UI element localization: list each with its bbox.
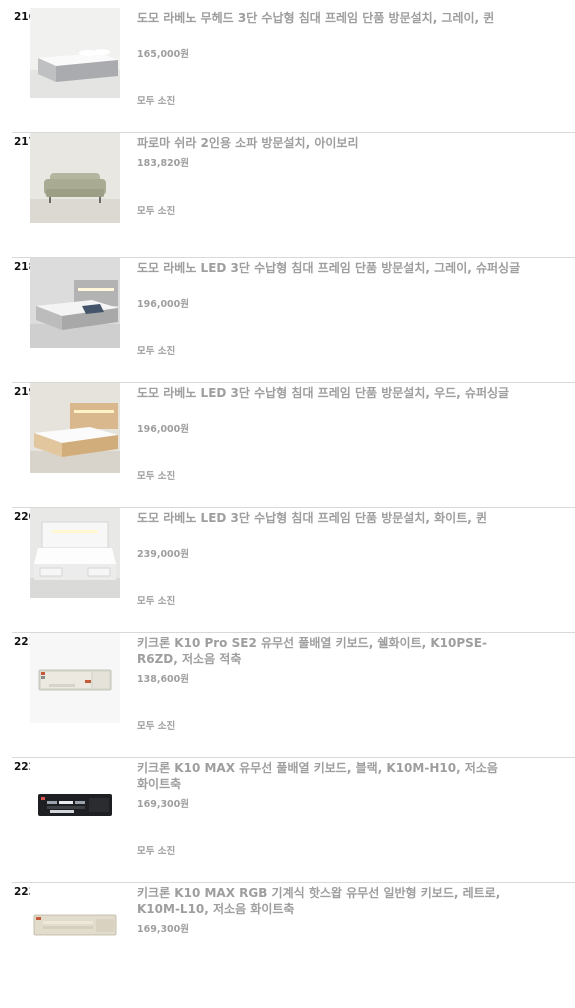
product-price: 169,300원 [137, 799, 190, 810]
product-image[interactable] [30, 758, 120, 848]
stock-status: 모두 소진 [137, 96, 176, 107]
product-title[interactable]: 키크론 K10 MAX 유무선 풀배열 키보드, 블랙, K10M-H10, 저… [137, 761, 522, 792]
product-image[interactable] [30, 883, 120, 973]
product-title[interactable]: 파로마 쉬라 2인용 소파 방문설치, 아이보리 [137, 136, 522, 152]
list-item[interactable]: 219 도모 라베노 LED 3단 수납형 침대 프레임 단품 방문설치, 우드… [12, 383, 575, 508]
stock-status: 모두 소진 [137, 471, 176, 482]
product-price: 169,300원 [137, 924, 190, 935]
stock-status: 모두 소진 [137, 206, 176, 217]
product-price: 183,820원 [137, 158, 190, 169]
product-image[interactable] [30, 633, 120, 723]
product-image[interactable] [30, 133, 120, 223]
list-item[interactable]: 217 파로마 쉬라 2인용 소파 방문설치, 아이보리 183,820원 모두… [12, 133, 575, 258]
product-price: 239,000원 [137, 549, 190, 560]
product-image[interactable] [30, 8, 120, 98]
product-title[interactable]: 키크론 K10 MAX RGB 기계식 핫스왑 유무선 일반형 키보드, 레트로… [137, 886, 522, 917]
list-item[interactable]: 216 도모 라베노 무헤드 3단 수납형 침대 프레임 단품 방문설치, 그레… [12, 8, 575, 133]
product-title[interactable]: 도모 라베노 LED 3단 수납형 침대 프레임 단품 방문설치, 그레이, 슈… [137, 261, 522, 277]
list-item[interactable]: 222 키크론 K10 MAX 유무선 풀배열 키보드, 블랙, K10M-H1… [12, 758, 575, 883]
product-image[interactable] [30, 508, 120, 598]
stock-status: 모두 소진 [137, 346, 176, 357]
list-item[interactable]: 220 도모 라베노 LED 3단 수납형 침대 프레임 단품 방문설치, 화이… [12, 508, 575, 633]
stock-status: 모두 소진 [137, 721, 176, 732]
product-title[interactable]: 키크론 K10 Pro SE2 유무선 풀배열 키보드, 쉘화이트, K10PS… [137, 636, 522, 667]
product-title[interactable]: 도모 라베노 LED 3단 수납형 침대 프레임 단품 방문설치, 화이트, 퀸 [137, 511, 522, 527]
list-item[interactable]: 223 키크론 K10 MAX RGB 기계식 핫스왑 유무선 일반형 키보드,… [12, 883, 575, 1008]
list-item[interactable]: 218 도모 라베노 LED 3단 수납형 침대 프레임 단품 방문설치, 그레… [12, 258, 575, 383]
product-title[interactable]: 도모 라베노 LED 3단 수납형 침대 프레임 단품 방문설치, 우드, 슈퍼… [137, 386, 522, 402]
product-image[interactable] [30, 383, 120, 473]
product-price: 138,600원 [137, 674, 190, 685]
product-price: 165,000원 [137, 49, 190, 60]
stock-status: 모두 소진 [137, 596, 176, 607]
stock-status: 모두 소진 [137, 846, 176, 857]
product-price: 196,000원 [137, 299, 190, 310]
product-price: 196,000원 [137, 424, 190, 435]
product-title[interactable]: 도모 라베노 무헤드 3단 수납형 침대 프레임 단품 방문설치, 그레이, 퀸 [137, 11, 522, 27]
product-image[interactable] [30, 258, 120, 348]
list-item[interactable]: 221 키크론 K10 Pro SE2 유무선 풀배열 키보드, 쉘화이트, K… [12, 633, 575, 758]
